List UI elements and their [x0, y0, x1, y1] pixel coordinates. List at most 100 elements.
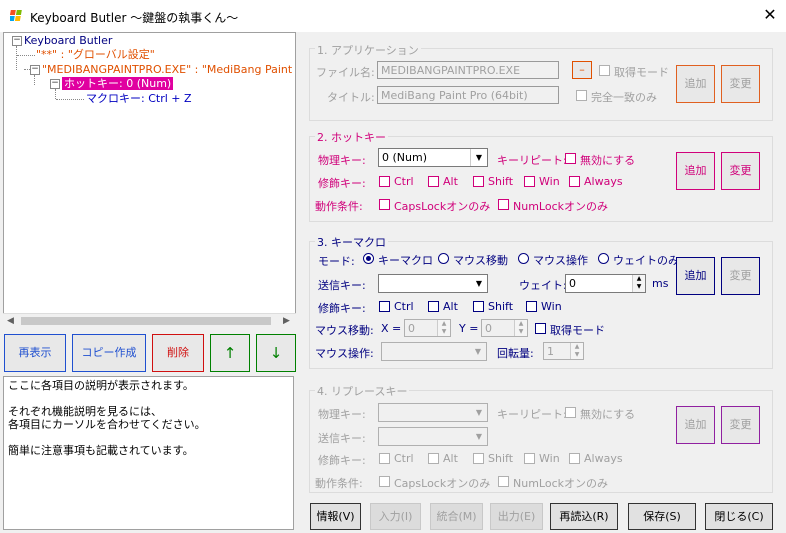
replace-add-button[interactable]: 追加 [676, 406, 715, 444]
macro-shift-checkbox[interactable] [473, 301, 484, 312]
mode-mouse-move-label: マウス移動 [453, 254, 508, 267]
replace-physical-select[interactable]: ▼ [378, 403, 488, 422]
replace-capslock-checkbox[interactable] [379, 476, 390, 487]
shift-checkbox[interactable] [473, 176, 484, 187]
ctrl-label: Ctrl [394, 175, 414, 188]
macro-acquire-checkbox[interactable] [535, 323, 546, 334]
mode-wait-only-radio[interactable] [598, 253, 609, 264]
tree-item-macro[interactable]: マクロキー: Ctrl + Z [86, 92, 192, 105]
dropdown-arrow-icon[interactable]: ▼ [471, 275, 487, 292]
dropdown-arrow-icon[interactable]: ▼ [470, 149, 487, 166]
y-spinner-icon[interactable]: ▲ ▼ [514, 320, 527, 336]
always-checkbox[interactable] [569, 176, 580, 187]
x-label: X = [381, 322, 402, 335]
close-icon[interactable]: ✕ [758, 4, 782, 28]
x-input[interactable]: 0 ▲ ▼ [404, 319, 451, 337]
macro-alt-label: Alt [443, 300, 458, 313]
scroll-right-icon[interactable]: ▶ [283, 316, 290, 326]
replace-win-checkbox[interactable] [524, 453, 535, 464]
window-title-label: タイトル: [327, 91, 375, 104]
selected-hotkey-label[interactable]: ホットキー: 0 (Num) [62, 77, 174, 90]
reload-button[interactable]: 再表示 [4, 334, 66, 372]
exact-match-checkbox[interactable] [576, 90, 587, 101]
collapse-icon[interactable]: − [50, 79, 60, 89]
collapse-icon[interactable]: − [12, 36, 22, 46]
numlock-checkbox[interactable] [498, 199, 509, 210]
collapse-icon[interactable]: − [30, 65, 40, 75]
replace-always-label: Always [584, 452, 623, 465]
always-label: Always [584, 175, 623, 188]
rotation-input[interactable]: 1 ▲ ▼ [543, 342, 584, 360]
merge-button[interactable]: 統合(M) [430, 503, 483, 530]
rotation-value: 1 [547, 345, 554, 358]
copy-button[interactable]: コピー作成 [72, 334, 146, 372]
mouse-op-select[interactable]: ▼ [381, 342, 487, 361]
replace-capslock-label: CapsLockオンのみ [394, 477, 491, 490]
mode-mouse-move-radio[interactable] [438, 253, 449, 264]
replace-send-label: 送信キー: [318, 432, 366, 445]
win-checkbox[interactable] [524, 176, 535, 187]
input-button[interactable]: 入力(I) [370, 503, 421, 530]
tree-root[interactable]: Keyboard Butler [24, 34, 112, 47]
mode-keymacro-radio[interactable] [363, 253, 374, 264]
disable-repeat-label: 無効にする [580, 154, 636, 167]
reread-button[interactable]: 再読込(R) [550, 503, 618, 530]
scroll-left-icon[interactable]: ◀ [7, 316, 14, 326]
move-down-button[interactable]: ↓ [256, 334, 296, 372]
macro-alt-checkbox[interactable] [428, 301, 439, 312]
ctrl-checkbox[interactable] [379, 176, 390, 187]
mode-label: モード: [318, 255, 355, 268]
macro-add-button[interactable]: 追加 [676, 257, 715, 295]
replace-shift-checkbox[interactable] [473, 453, 484, 464]
acquire-mode-checkbox[interactable] [599, 65, 610, 76]
alt-checkbox[interactable] [428, 176, 439, 187]
macro-ctrl-checkbox[interactable] [379, 301, 390, 312]
desc-line: 簡単に注意事項も記載されています。 [8, 444, 194, 457]
capslock-checkbox[interactable] [379, 199, 390, 210]
hotkey-change-button[interactable]: 変更 [721, 152, 760, 190]
physical-key-select[interactable]: 0 (Num) ▼ [378, 148, 488, 167]
replace-numlock-checkbox[interactable] [498, 476, 509, 487]
rotation-spinner-icon[interactable]: ▲ ▼ [570, 343, 583, 359]
dropdown-arrow-icon[interactable]: ▼ [470, 343, 486, 360]
tree-horizontal-scrollbar[interactable]: ◀ ▶ [3, 313, 296, 329]
tree-item-app[interactable]: "MEDIBANGPAINTPRO.EXE" : "MediBang Paint [42, 63, 292, 76]
replace-alt-checkbox[interactable] [428, 453, 439, 464]
send-key-select[interactable]: ▼ [378, 274, 488, 293]
scroll-thumb[interactable] [21, 317, 271, 325]
capslock-label: CapsLockオンのみ [394, 200, 491, 213]
dropdown-arrow-icon[interactable]: ▼ [471, 428, 487, 445]
move-up-button[interactable]: ↑ [210, 334, 250, 372]
output-button[interactable]: 出力(E) [490, 503, 543, 530]
file-name-field[interactable]: MEDIBANGPAINTPRO.EXE [377, 61, 559, 79]
x-spinner-icon[interactable]: ▲ ▼ [437, 320, 450, 336]
wait-value: 0 [569, 277, 576, 290]
delete-button[interactable]: 削除 [152, 334, 204, 372]
window-title-field[interactable]: MediBang Paint Pro (64bit) [377, 86, 559, 104]
tree-item-global[interactable]: "**" : "グローバル設定" [36, 48, 155, 61]
replace-ctrl-checkbox[interactable] [379, 453, 390, 464]
wait-spinner-icon[interactable]: ▲ ▼ [632, 275, 645, 292]
replace-always-checkbox[interactable] [569, 453, 580, 464]
mode-mouse-op-radio[interactable] [518, 253, 529, 264]
wait-input[interactable]: 0 ▲ ▼ [565, 274, 646, 293]
replace-send-select[interactable]: ▼ [378, 427, 488, 446]
close-button[interactable]: 閉じる(C) [705, 503, 773, 530]
hotkey-add-button[interactable]: 追加 [676, 152, 715, 190]
pick-window-button[interactable]: – [572, 61, 592, 79]
tree-item-hotkey[interactable]: ホットキー: 0 (Num) [62, 77, 174, 90]
settings-tree[interactable]: − Keyboard Butler "**" : "グローバル設定" − "ME… [3, 32, 296, 328]
app-change-button[interactable]: 変更 [721, 65, 760, 103]
replace-change-button[interactable]: 変更 [721, 406, 760, 444]
app-add-button[interactable]: 追加 [676, 65, 715, 103]
replace-disable-label: 無効にする [580, 408, 636, 421]
replace-ctrl-label: Ctrl [394, 452, 414, 465]
macro-win-checkbox[interactable] [526, 301, 537, 312]
y-input[interactable]: 0 ▲ ▼ [481, 319, 528, 337]
replace-disable-checkbox[interactable] [565, 407, 576, 418]
macro-change-button[interactable]: 変更 [721, 257, 760, 295]
save-button[interactable]: 保存(S) [628, 503, 696, 530]
dropdown-arrow-icon[interactable]: ▼ [471, 404, 487, 421]
disable-repeat-checkbox[interactable] [565, 153, 576, 164]
info-button[interactable]: 情報(V) [310, 503, 361, 530]
